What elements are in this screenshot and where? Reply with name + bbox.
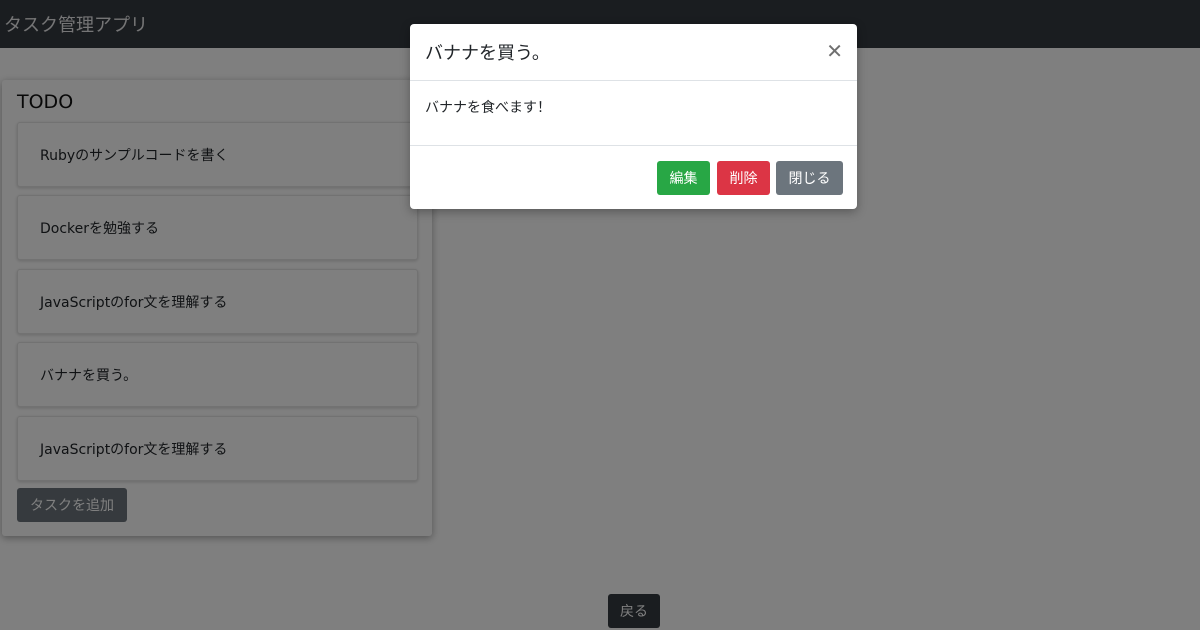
page: タスク管理アプリ TODO Rubyのサンプルコードを書く Dockerを勉強す… (0, 0, 1200, 630)
delete-button[interactable]: 削除 (717, 161, 770, 195)
modal-title: バナナを買う。 (425, 43, 550, 64)
edit-button[interactable]: 編集 (657, 161, 710, 195)
close-button[interactable]: 閉じる (776, 161, 843, 195)
modal-header: バナナを買う。 ✕ (410, 24, 857, 81)
close-icon[interactable]: ✕ (826, 41, 843, 61)
modal-body: バナナを食べます！ (410, 81, 857, 145)
task-detail-modal: バナナを買う。 ✕ バナナを食べます！ 編集 削除 閉じる (410, 24, 857, 209)
modal-body-text: バナナを食べます！ (425, 100, 551, 116)
modal-footer: 編集 削除 閉じる (410, 145, 857, 209)
